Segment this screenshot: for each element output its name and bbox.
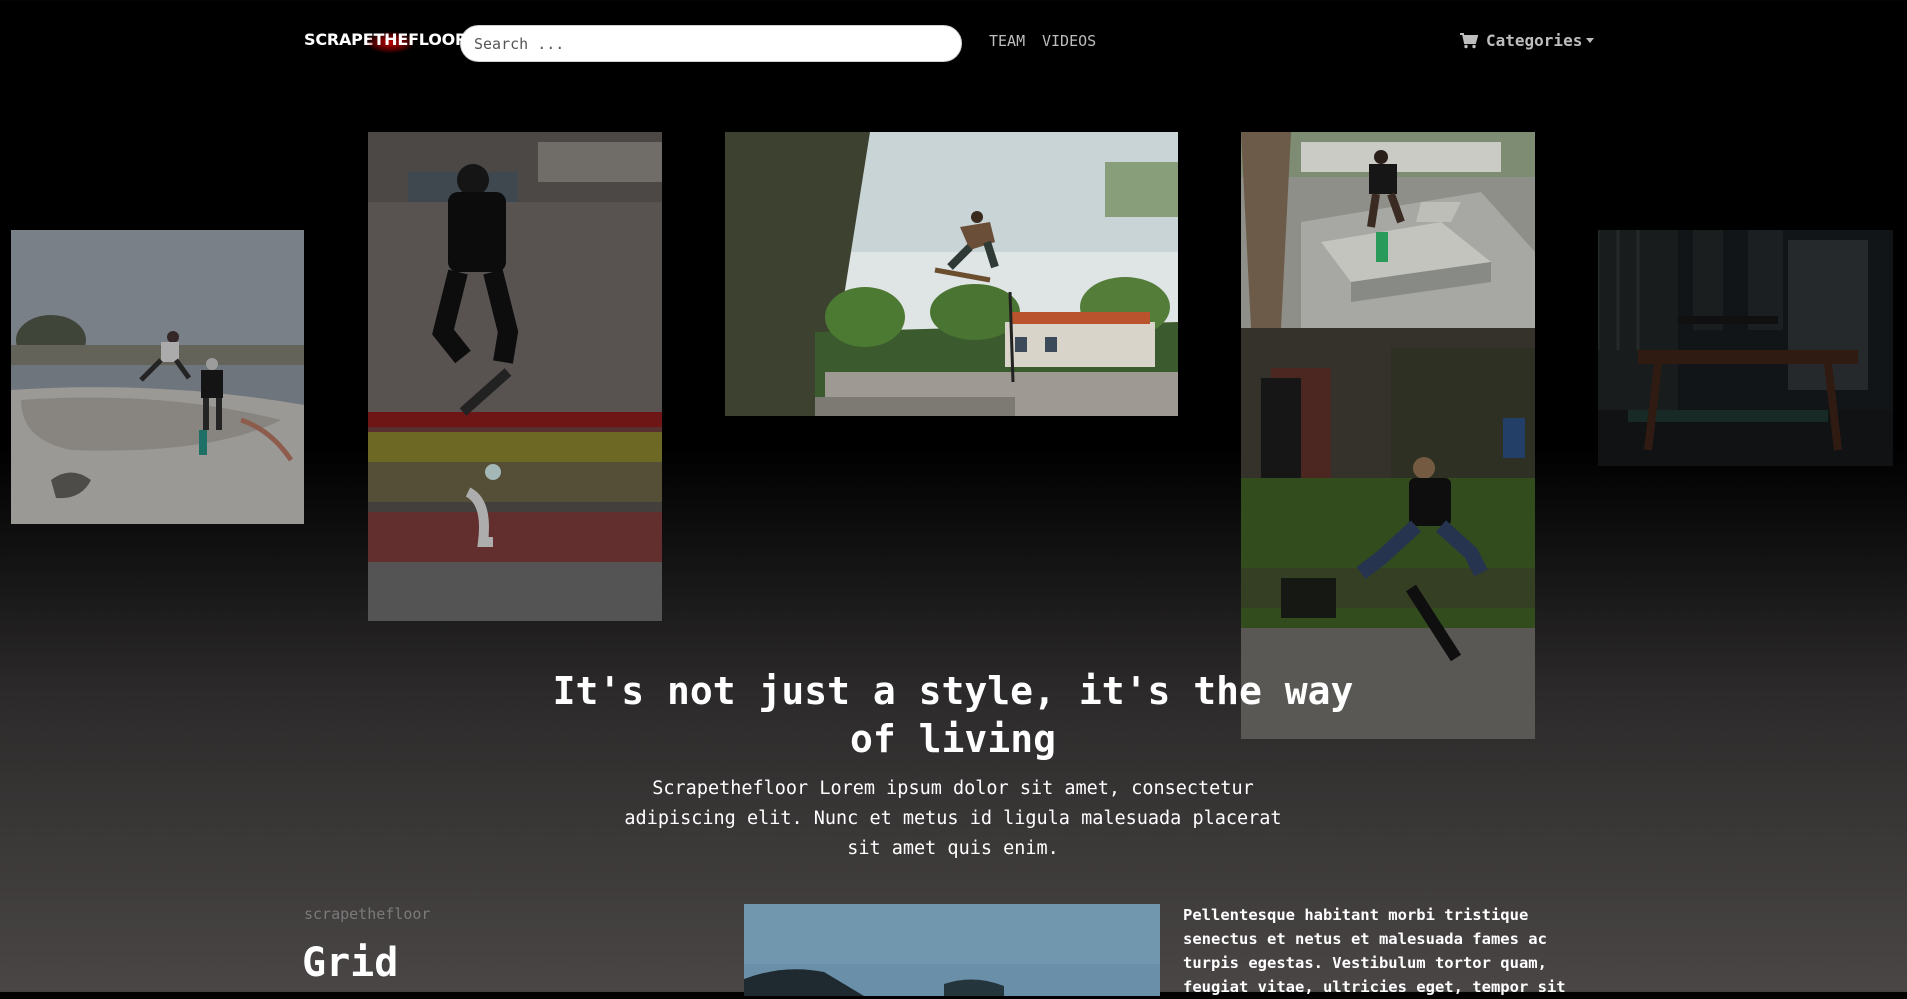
brand-text-left: SCRAPE	[304, 30, 374, 49]
chevron-down-icon	[1586, 38, 1595, 43]
section-eyebrow: scrapethefloor	[304, 905, 431, 923]
hero-subtitle: Scrapethefloor Lorem ipsum dolor sit ame…	[624, 778, 1282, 859]
skate-photo-sky-air	[725, 132, 1178, 416]
brand-logo[interactable]: SCRAPETHEFLOOR	[304, 30, 468, 53]
search-input[interactable]	[460, 25, 962, 62]
cart-icon	[1460, 32, 1478, 48]
categories-dropdown[interactable]: Categories	[1460, 31, 1595, 50]
section-body: Pellentesque habitant morbi tristique se…	[1183, 906, 1566, 996]
skate-photo-indoor-kickflip	[368, 132, 662, 621]
section-title: Grid	[302, 940, 399, 986]
skate-photo-bowl	[11, 230, 304, 524]
hero-title: It's not just a style, it's the way of l…	[552, 669, 1354, 761]
skate-photo-bench	[1598, 230, 1893, 466]
brand-text-right: FLOOR	[408, 30, 468, 49]
categories-label: Categories	[1486, 31, 1583, 50]
nav-link-videos[interactable]: VIDEOS	[1042, 32, 1096, 50]
brand-text-highlight: THE	[367, 30, 414, 53]
section-photo	[744, 904, 1160, 996]
skate-photo-ledge	[1241, 132, 1535, 328]
navbar: SCRAPETHEFLOOR TEAM VIDEOS Categories	[0, 0, 1907, 86]
nav-link-team[interactable]: TEAM	[989, 32, 1025, 50]
